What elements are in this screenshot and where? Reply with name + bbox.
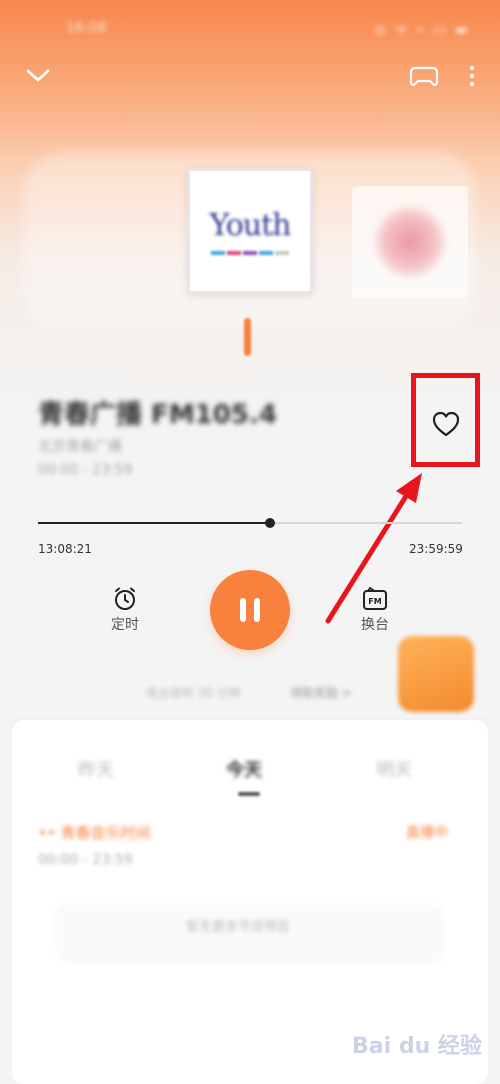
status-time: 16:08	[66, 20, 107, 36]
game-button[interactable]	[404, 58, 444, 94]
collapse-button[interactable]	[20, 58, 56, 94]
chevron-down-icon	[26, 69, 50, 82]
more-vertical-icon	[470, 66, 474, 86]
progress-bar[interactable]	[38, 518, 462, 528]
progress-fill	[38, 522, 270, 524]
pause-button[interactable]	[210, 570, 290, 650]
radio-switch-icon: FM	[363, 587, 387, 610]
gamepad-icon	[409, 66, 439, 87]
status-icons: ◎ ᯤ ⌁ ▭ ▬	[374, 22, 470, 38]
tab-yesterday[interactable]: 昨天	[78, 756, 114, 782]
promo-badge[interactable]	[398, 636, 474, 712]
watermark: Bai du 经验	[352, 1034, 482, 1059]
total-time: 23:59:59	[409, 542, 463, 556]
empty-placeholder-text: 暂无更多节目预告	[186, 920, 291, 935]
switch-badge: FM	[368, 597, 381, 606]
progress-thumb[interactable]	[264, 518, 275, 528]
cover-stripes	[211, 250, 289, 255]
switch-label: 换台	[361, 617, 389, 633]
next-station-cover[interactable]	[352, 186, 468, 298]
tab-today[interactable]: 今天	[226, 756, 262, 782]
reward-link[interactable]: 领取奖励 >	[290, 684, 352, 701]
listening-hint: 电台收听 30 分钟	[146, 686, 241, 700]
program-time-range: 00:00 - 23:59	[38, 462, 133, 478]
next-station-art	[375, 207, 445, 277]
tab-indicator	[238, 792, 260, 796]
station-cover[interactable]: Youth	[187, 168, 313, 294]
current-program-name[interactable]: •• 青春音乐时间	[38, 822, 150, 843]
alarm-clock-icon	[115, 587, 135, 610]
status-bar: 16:08 ◎ ᯤ ⌁ ▭ ▬	[0, 14, 500, 44]
heart-icon	[432, 411, 460, 437]
tab-tomorrow[interactable]: 明天	[376, 756, 412, 782]
station-title: 青春广播 FM105.4	[38, 400, 277, 430]
pause-icon	[240, 598, 246, 622]
favorite-button[interactable]	[426, 404, 466, 444]
switch-station-button[interactable]: FM 换台	[350, 584, 400, 634]
elapsed-time: 13:08:21	[38, 542, 92, 556]
current-program-time: 00:00 - 23:59	[38, 852, 133, 868]
carousel-indicator	[244, 318, 251, 356]
more-button[interactable]	[460, 58, 484, 94]
cover-logo-text: Youth	[209, 207, 292, 243]
timer-button[interactable]: 定时	[100, 584, 150, 634]
station-subtitle: 北京青春广播	[38, 439, 122, 455]
live-status-badge: 直播中	[406, 825, 448, 841]
timer-label: 定时	[111, 617, 139, 633]
